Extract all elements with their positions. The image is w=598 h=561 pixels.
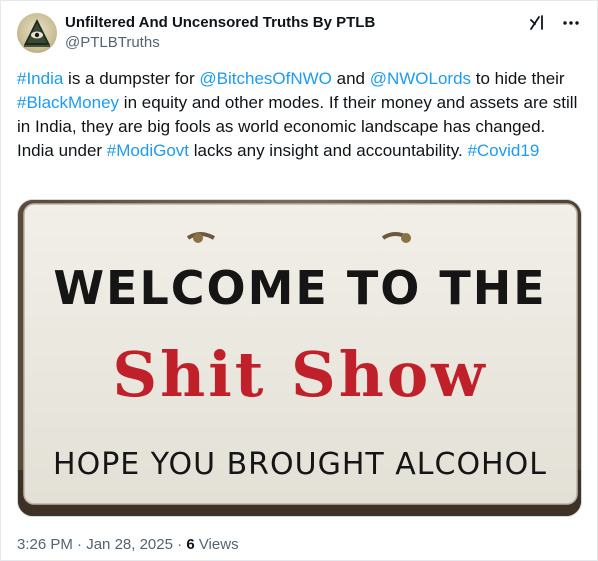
more-icon[interactable] xyxy=(561,13,581,33)
mention-link[interactable]: @BitchesOfNWO xyxy=(199,69,332,88)
eye-pyramid-icon xyxy=(24,19,50,47)
tweet-header: Unfiltered And Uncensored Truths By PTLB… xyxy=(17,13,375,53)
hashtag-link[interactable]: #Covid19 xyxy=(467,141,539,160)
hashtag-link[interactable]: #India xyxy=(17,69,63,88)
tweet-text: #India is a dumpster for @BitchesOfNWO a… xyxy=(17,67,583,163)
author-handle[interactable]: @PTLBTruths xyxy=(65,33,375,53)
meta-separator-dot: · xyxy=(72,536,87,553)
hashtag-link[interactable]: #BlackMoney xyxy=(17,93,119,112)
sign-line-1: WELCOME TO THE xyxy=(53,261,546,315)
grok-icon[interactable] xyxy=(527,13,547,33)
tweet-date[interactable]: Jan 28, 2025 xyxy=(86,536,173,553)
sign-image: WELCOME TO THE Shit Show HOPE YOU BROUGH… xyxy=(18,200,581,516)
sign-line-2: Shit Show xyxy=(112,338,487,411)
tweet-text-segment: lacks any insight and accountability. xyxy=(189,141,468,160)
tweet-text-segment: is a dumpster for xyxy=(63,69,200,88)
tweet-meta: 3:26 PM · Jan 28, 2025 · 6 Views xyxy=(17,535,239,555)
author-names: Unfiltered And Uncensored Truths By PTLB… xyxy=(65,13,375,53)
avatar[interactable] xyxy=(17,13,57,53)
tweet-text-segment: to hide their xyxy=(471,69,565,88)
author-display-name[interactable]: Unfiltered And Uncensored Truths By PTLB xyxy=(65,13,375,33)
tweet-time[interactable]: 3:26 PM xyxy=(17,536,73,553)
mention-link[interactable]: @NWOLords xyxy=(370,69,471,88)
views-count: 6 xyxy=(186,536,195,553)
sign-line-3: HOPE YOU BROUGHT ALCOHOL xyxy=(53,447,547,482)
tweet-text-segment: and xyxy=(331,69,370,88)
tweet-actions-top xyxy=(527,13,581,33)
hashtag-link[interactable]: #ModiGovt xyxy=(107,141,189,160)
views-label: Views xyxy=(198,536,239,553)
tweet-image[interactable]: WELCOME TO THE Shit Show HOPE YOU BROUGH… xyxy=(17,199,582,517)
tweet-card: Unfiltered And Uncensored Truths By PTLB… xyxy=(0,0,598,561)
meta-separator: · xyxy=(172,536,187,553)
